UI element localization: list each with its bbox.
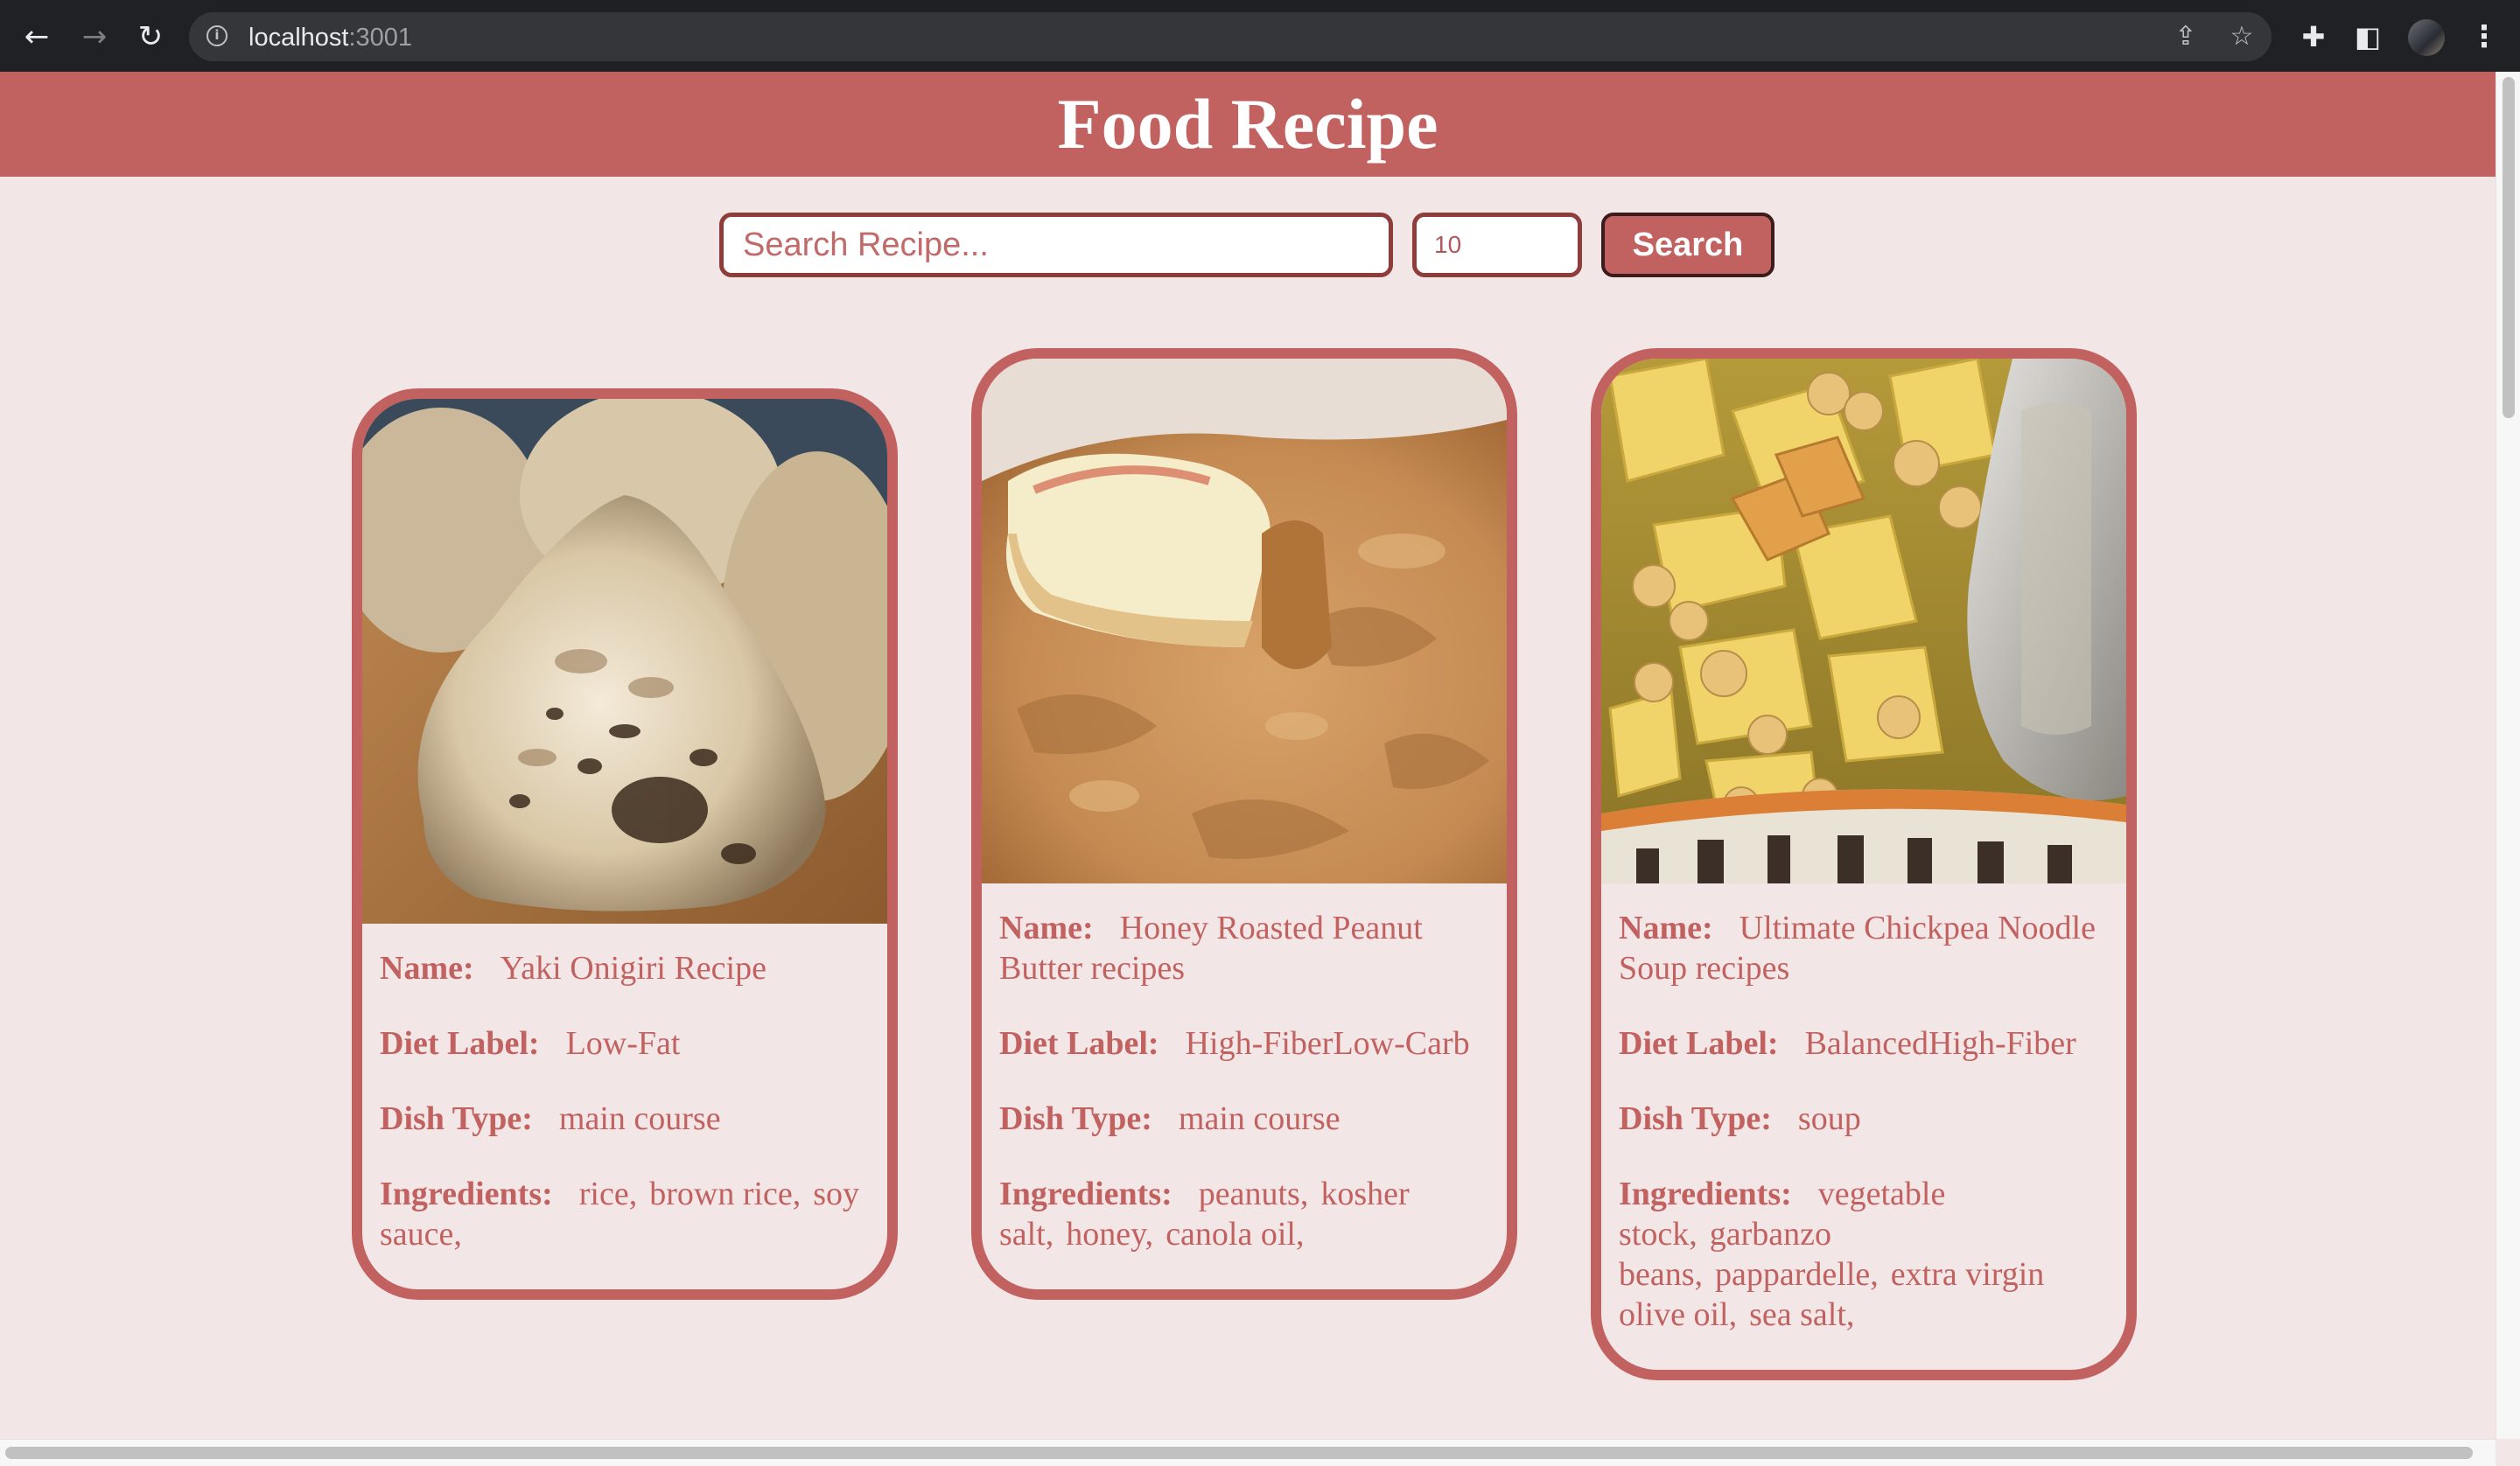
ingredients-label: Ingredients:	[1619, 1176, 1792, 1212]
vertical-scrollbar-thumb[interactable]	[2502, 77, 2515, 418]
recipe-info: Name: Yaki Onigiri Recipe Diet Label: Low-…	[362, 924, 887, 1254]
url-port: :3001	[348, 24, 413, 52]
diet-label: Diet Label:	[1619, 1025, 1779, 1062]
recipe-card: Name: Honey Roasted Peanut Butter recipes…	[971, 348, 1517, 1300]
horizontal-scrollbar[interactable]	[0, 1439, 2496, 1466]
dish-type-row: Dish Type: main course	[999, 1099, 1489, 1139]
dish-value: soup	[1797, 1100, 1861, 1137]
ingredient: pappardelle,	[1715, 1256, 1879, 1293]
dish-type-row: Dish Type: soup	[1619, 1099, 2109, 1139]
address-bar[interactable]: i localhost:3001 ⇪ ☆	[189, 12, 2272, 61]
dish-type-row: Dish Type: main course	[380, 1099, 870, 1139]
recipe-card: Name: Yaki Onigiri Recipe Diet Label: Low-…	[352, 388, 898, 1300]
ingredients-label: Ingredients:	[999, 1176, 1172, 1212]
recipe-card: Name: Ultimate Chickpea Noodle Soup recip…	[1591, 348, 2137, 1380]
recipe-name-row: Name: Ultimate Chickpea Noodle Soup recip…	[1619, 908, 2109, 988]
dish-label: Dish Type:	[999, 1100, 1152, 1137]
forward-icon[interactable]: →	[77, 19, 112, 54]
share-icon[interactable]: ⇪	[2172, 23, 2200, 51]
name-label: Name:	[999, 910, 1094, 946]
address-url[interactable]: localhost:3001	[248, 24, 412, 52]
recipe-image-peanut-butter	[982, 359, 1507, 883]
ingredient: canola oil,	[1166, 1216, 1305, 1253]
result-count-input[interactable]	[1412, 213, 1582, 277]
search-input[interactable]	[719, 213, 1393, 277]
extensions-icon[interactable]: ✚	[2298, 21, 2329, 52]
recipe-info: Name: Honey Roasted Peanut Butter recipes…	[982, 883, 1507, 1254]
recipe-name-row: Name: Yaki Onigiri Recipe	[380, 948, 870, 988]
recipe-info: Name: Ultimate Chickpea Noodle Soup recip…	[1601, 883, 2126, 1335]
page-title: Food Recipe	[1057, 84, 1438, 164]
diet-value: Low-Fat	[565, 1025, 681, 1062]
diet-label-row: Diet Label: BalancedHigh-Fiber	[1619, 1023, 2109, 1064]
horizontal-scrollbar-thumb[interactable]	[5, 1447, 2473, 1459]
page-content: Food Recipe Search Recipe... 10 Search N…	[0, 72, 2496, 1439]
reload-icon[interactable]: ↻	[133, 19, 168, 54]
vertical-scrollbar[interactable]	[2496, 72, 2520, 1439]
dish-label: Dish Type:	[1619, 1100, 1772, 1137]
recipe-name: Yaki Onigiri Recipe	[500, 950, 766, 987]
ingredient: brown rice,	[649, 1176, 802, 1212]
ingredient: peanuts,	[1198, 1176, 1309, 1212]
ingredients-row: Ingredients: vegetable stock, garbanzo bea…	[1619, 1174, 2109, 1335]
browser-menu-icon[interactable]: ⋮	[2469, 19, 2499, 54]
dish-label: Dish Type:	[380, 1100, 533, 1137]
site-info-icon[interactable]: i	[206, 25, 228, 46]
dish-value: main course	[558, 1100, 721, 1137]
ingredient: honey,	[1066, 1216, 1154, 1253]
diet-label: Diet Label:	[380, 1025, 540, 1062]
name-label: Name:	[1619, 910, 1713, 946]
side-panel-icon[interactable]: ◧	[2352, 21, 2384, 52]
ingredient: rice,	[578, 1176, 638, 1212]
recipe-image-chickpea-soup	[1601, 359, 2126, 883]
back-icon[interactable]: ←	[19, 19, 54, 54]
ingredient: sea salt,	[1749, 1296, 1855, 1333]
diet-label-row: Diet Label: High-FiberLow-Carb	[999, 1023, 1489, 1064]
diet-label: Diet Label:	[999, 1025, 1159, 1062]
bookmark-star-icon[interactable]: ☆	[2228, 23, 2256, 51]
recipe-image-onigiri	[362, 399, 887, 924]
app-header: Food Recipe	[0, 72, 2496, 177]
ingredients-row: Ingredients: peanuts, kosher salt, honey, ca…	[999, 1174, 1489, 1254]
diet-label-row: Diet Label: Low-Fat	[380, 1023, 870, 1064]
name-label: Name:	[380, 950, 474, 987]
dish-value: main course	[1178, 1100, 1340, 1137]
browser-toolbar: ← → ↻ i localhost:3001 ⇪ ☆ ✚ ◧ ⋮	[0, 0, 2520, 72]
url-host: localhost	[248, 24, 349, 52]
search-button[interactable]: Search	[1601, 213, 1774, 277]
diet-value: High-FiberLow-Carb	[1185, 1025, 1470, 1062]
recipe-name-row: Name: Honey Roasted Peanut Butter recipes	[999, 908, 1489, 988]
ingredients-row: Ingredients: rice, brown rice, soy sauce,	[380, 1174, 870, 1254]
diet-value: BalancedHigh-Fiber	[1804, 1025, 2076, 1062]
profile-avatar[interactable]	[2408, 19, 2445, 56]
ingredients-label: Ingredients:	[380, 1176, 553, 1212]
